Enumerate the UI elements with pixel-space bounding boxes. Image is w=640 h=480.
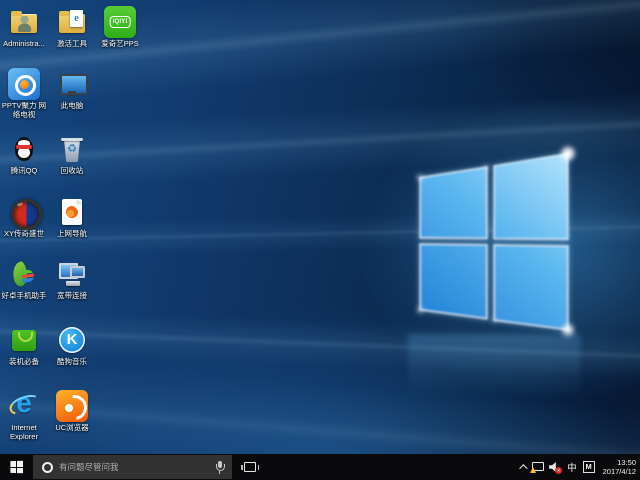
- desktop-icon-xy[interactable]: XY传奇盛世: [0, 196, 48, 238]
- desktop: Administra... 激活工具 爱奇艺PPS PPTV聚力 网络电视 此电…: [0, 0, 640, 480]
- desktop-icon-label: UC浏览器: [48, 423, 96, 432]
- desktop-icon-label: 宽带连接: [48, 291, 96, 300]
- desktop-icon-label: Internet Explorer: [0, 423, 48, 441]
- desktop-icon-label: 此电脑: [48, 101, 96, 110]
- uc-icon: [56, 390, 88, 422]
- desktop-icon-label: 好卓手机助手: [0, 291, 48, 300]
- iqiyi-icon: [104, 6, 136, 38]
- system-tray: 中 M 13:50 2017/4/12: [519, 454, 640, 480]
- start-button[interactable]: [0, 454, 33, 480]
- desktop-icon-label: XY传奇盛世: [0, 229, 48, 238]
- desktop-icon-bag[interactable]: 装机必备: [0, 324, 48, 366]
- task-view-icon: [244, 462, 256, 472]
- desktop-icon-navdoc[interactable]: 上网导航: [48, 196, 96, 238]
- desktop-icon-label: 上网导航: [48, 229, 96, 238]
- clock[interactable]: 13:50 2017/4/12: [601, 458, 636, 476]
- folder-user-icon: [8, 6, 40, 38]
- desktop-icon-uc[interactable]: UC浏览器: [48, 390, 96, 432]
- desktop-icon-label: PPTV聚力 网络电视: [0, 101, 48, 119]
- cortana-icon: [42, 462, 53, 473]
- desktop-icon-label: 激活工具: [48, 39, 96, 48]
- desktop-icon-recycle[interactable]: 回收站: [48, 133, 96, 175]
- ime-language-indicator[interactable]: 中: [567, 460, 577, 474]
- recycle-icon: [56, 133, 88, 165]
- microphone-icon[interactable]: [215, 461, 224, 474]
- bag-icon: [8, 324, 40, 356]
- pptv-icon: [8, 68, 40, 100]
- desktop-icon-ie[interactable]: Internet Explorer: [0, 390, 48, 441]
- qq-icon: [8, 133, 40, 165]
- cortana-search-box[interactable]: 有问题尽管问我: [33, 455, 232, 479]
- desktop-icon-label: 爱奇艺PPS: [96, 39, 144, 48]
- desktop-icon-pptv[interactable]: PPTV聚力 网络电视: [0, 68, 48, 119]
- desktop-icon-label: Administra...: [0, 39, 48, 48]
- tray-expand-chevron-icon[interactable]: [519, 464, 527, 472]
- windows-flag-icon: [10, 461, 23, 473]
- task-view-button[interactable]: [237, 454, 263, 480]
- clock-time: 13:50: [603, 458, 636, 467]
- haozhuo-icon: [8, 258, 40, 290]
- ime-mode-badge[interactable]: M: [583, 461, 595, 473]
- computer-icon: [56, 68, 88, 100]
- broadband-icon: [56, 258, 88, 290]
- desktop-icon-label: 回收站: [48, 166, 96, 175]
- desktop-icon-folder-e[interactable]: 激活工具: [48, 6, 96, 48]
- taskbar: 有问题尽管问我 中 M 13:50 2017/4/12: [0, 454, 640, 480]
- folder-e-icon: [56, 6, 88, 38]
- desktop-icon-iqiyi[interactable]: 爱奇艺PPS: [96, 6, 144, 48]
- search-placeholder: 有问题尽管问我: [59, 461, 215, 473]
- desktop-icon-label: 装机必备: [0, 357, 48, 366]
- clock-date: 2017/4/12: [603, 467, 636, 476]
- desktop-icon-broadband[interactable]: 宽带连接: [48, 258, 96, 300]
- desktop-icon-label: 酷狗音乐: [48, 357, 96, 366]
- kugou-icon: [56, 324, 88, 356]
- desktop-icon-label: 腾讯QQ: [0, 166, 48, 175]
- desktop-icon-haozhuo[interactable]: 好卓手机助手: [0, 258, 48, 300]
- desktop-icon-folder-user[interactable]: Administra...: [0, 6, 48, 48]
- desktop-icon-kugou[interactable]: 酷狗音乐: [48, 324, 96, 366]
- navdoc-icon: [56, 196, 88, 228]
- ie-icon: [8, 390, 40, 422]
- volume-muted-icon[interactable]: [549, 461, 561, 473]
- desktop-icon-grid: Administra... 激活工具 爱奇艺PPS PPTV聚力 网络电视 此电…: [0, 0, 640, 480]
- xy-icon: [8, 196, 40, 228]
- desktop-icon-computer[interactable]: 此电脑: [48, 68, 96, 110]
- desktop-icon-qq[interactable]: 腾讯QQ: [0, 133, 48, 175]
- network-warning-icon[interactable]: [531, 461, 543, 473]
